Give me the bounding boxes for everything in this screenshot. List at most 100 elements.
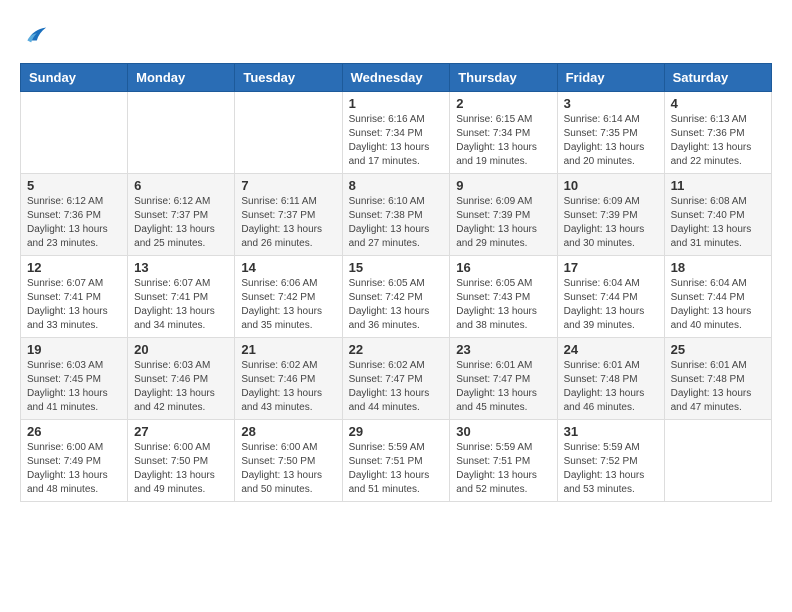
day-info: Sunrise: 6:01 AM Sunset: 7:48 PM Dayligh…	[671, 359, 765, 415]
day-info: Sunrise: 6:00 AM Sunset: 7:50 PM Dayligh…	[241, 441, 335, 497]
day-number: 19	[27, 342, 121, 357]
day-info: Sunrise: 6:11 AM Sunset: 7:37 PM Dayligh…	[241, 195, 335, 251]
day-info: Sunrise: 6:07 AM Sunset: 7:41 PM Dayligh…	[27, 277, 121, 333]
day-number: 14	[241, 260, 335, 275]
calendar-header-monday: Monday	[128, 64, 235, 92]
day-number: 28	[241, 424, 335, 439]
day-info: Sunrise: 6:09 AM Sunset: 7:39 PM Dayligh…	[456, 195, 550, 251]
calendar-cell: 22Sunrise: 6:02 AM Sunset: 7:47 PM Dayli…	[342, 338, 450, 420]
day-info: Sunrise: 6:00 AM Sunset: 7:50 PM Dayligh…	[134, 441, 228, 497]
logo	[20, 20, 52, 48]
day-info: Sunrise: 6:05 AM Sunset: 7:43 PM Dayligh…	[456, 277, 550, 333]
calendar-cell: 19 Sunrise: 6:03 AM Sunset: 7:45 PM Dayli…	[21, 338, 128, 420]
day-info: Sunrise: 6:08 AM Sunset: 7:40 PM Dayligh…	[671, 195, 765, 251]
day-number: 25	[671, 342, 765, 357]
day-info: Sunrise: 6:03 AM Sunset: 7:45 PM Dayligh…	[27, 359, 121, 415]
calendar-cell: 9 Sunrise: 6:09 AM Sunset: 7:39 PM Daylig…	[450, 174, 557, 256]
day-number: 4	[671, 96, 765, 111]
day-number: 8	[349, 178, 444, 193]
day-info: Sunrise: 6:12 AM Sunset: 7:37 PM Dayligh…	[134, 195, 228, 251]
calendar-cell: 28 Sunrise: 6:00 AM Sunset: 7:50 PM Dayli…	[235, 420, 342, 502]
day-info: Sunrise: 6:06 AM Sunset: 7:42 PM Dayligh…	[241, 277, 335, 333]
calendar-cell: 14 Sunrise: 6:06 AM Sunset: 7:42 PM Dayli…	[235, 256, 342, 338]
calendar-cell: 12 Sunrise: 6:07 AM Sunset: 7:41 PM Dayli…	[21, 256, 128, 338]
calendar-cell: 5Sunrise: 6:12 AM Sunset: 7:36 PM Daylig…	[21, 174, 128, 256]
day-number: 1	[349, 96, 444, 111]
day-number: 30	[456, 424, 550, 439]
calendar-cell: 26 Sunrise: 6:00 AM Sunset: 7:49 PM Dayli…	[21, 420, 128, 502]
calendar-cell: 17Sunrise: 6:04 AM Sunset: 7:44 PM Dayli…	[557, 256, 664, 338]
calendar-cell: 31 Sunrise: 5:59 AM Sunset: 7:52 PM Dayli…	[557, 420, 664, 502]
day-info: Sunrise: 6:00 AM Sunset: 7:49 PM Dayligh…	[27, 441, 121, 497]
calendar-cell: 4 Sunrise: 6:13 AM Sunset: 7:36 PM Daylig…	[664, 92, 771, 174]
calendar-week-2: 5Sunrise: 6:12 AM Sunset: 7:36 PM Daylig…	[21, 174, 772, 256]
day-info: Sunrise: 6:01 AM Sunset: 7:48 PM Dayligh…	[564, 359, 658, 415]
calendar-cell: 20Sunrise: 6:03 AM Sunset: 7:46 PM Dayli…	[128, 338, 235, 420]
calendar-cell	[128, 92, 235, 174]
day-number: 9	[456, 178, 550, 193]
calendar-cell: 11 Sunrise: 6:08 AM Sunset: 7:40 PM Dayli…	[664, 174, 771, 256]
day-number: 3	[564, 96, 658, 111]
day-info: Sunrise: 6:01 AM Sunset: 7:47 PM Dayligh…	[456, 359, 550, 415]
calendar-cell: 16 Sunrise: 6:05 AM Sunset: 7:43 PM Dayli…	[450, 256, 557, 338]
day-info: Sunrise: 5:59 AM Sunset: 7:52 PM Dayligh…	[564, 441, 658, 497]
calendar-cell	[664, 420, 771, 502]
calendar-header-saturday: Saturday	[664, 64, 771, 92]
calendar-week-5: 26 Sunrise: 6:00 AM Sunset: 7:49 PM Dayli…	[21, 420, 772, 502]
calendar-cell: 13 Sunrise: 6:07 AM Sunset: 7:41 PM Dayli…	[128, 256, 235, 338]
calendar-header-tuesday: Tuesday	[235, 64, 342, 92]
day-info: Sunrise: 6:04 AM Sunset: 7:44 PM Dayligh…	[564, 277, 658, 333]
calendar-cell: 1 Sunrise: 6:16 AM Sunset: 7:34 PM Daylig…	[342, 92, 450, 174]
calendar-cell: 23 Sunrise: 6:01 AM Sunset: 7:47 PM Dayli…	[450, 338, 557, 420]
day-info: Sunrise: 6:02 AM Sunset: 7:46 PM Dayligh…	[241, 359, 335, 415]
page-header	[20, 20, 772, 48]
day-number: 26	[27, 424, 121, 439]
calendar-cell: 15Sunrise: 6:05 AM Sunset: 7:42 PM Dayli…	[342, 256, 450, 338]
calendar-cell: 10Sunrise: 6:09 AM Sunset: 7:39 PM Dayli…	[557, 174, 664, 256]
day-info: Sunrise: 6:03 AM Sunset: 7:46 PM Dayligh…	[134, 359, 228, 415]
day-number: 6	[134, 178, 228, 193]
calendar-body: 1 Sunrise: 6:16 AM Sunset: 7:34 PM Daylig…	[21, 92, 772, 502]
day-info: Sunrise: 6:13 AM Sunset: 7:36 PM Dayligh…	[671, 113, 765, 169]
day-number: 13	[134, 260, 228, 275]
calendar-cell	[21, 92, 128, 174]
calendar-cell: 8 Sunrise: 6:10 AM Sunset: 7:38 PM Daylig…	[342, 174, 450, 256]
day-info: Sunrise: 6:16 AM Sunset: 7:34 PM Dayligh…	[349, 113, 444, 169]
calendar-table: SundayMondayTuesdayWednesdayThursdayFrid…	[20, 63, 772, 502]
calendar-week-4: 19 Sunrise: 6:03 AM Sunset: 7:45 PM Dayli…	[21, 338, 772, 420]
day-info: Sunrise: 6:02 AM Sunset: 7:47 PM Dayligh…	[349, 359, 444, 415]
day-number: 7	[241, 178, 335, 193]
day-info: Sunrise: 6:04 AM Sunset: 7:44 PM Dayligh…	[671, 277, 765, 333]
logo-icon	[20, 20, 48, 48]
calendar-cell: 30 Sunrise: 5:59 AM Sunset: 7:51 PM Dayli…	[450, 420, 557, 502]
calendar-header-sunday: Sunday	[21, 64, 128, 92]
calendar-cell: 21Sunrise: 6:02 AM Sunset: 7:46 PM Dayli…	[235, 338, 342, 420]
day-info: Sunrise: 6:10 AM Sunset: 7:38 PM Dayligh…	[349, 195, 444, 251]
calendar-cell: 7 Sunrise: 6:11 AM Sunset: 7:37 PM Daylig…	[235, 174, 342, 256]
calendar-cell: 29Sunrise: 5:59 AM Sunset: 7:51 PM Dayli…	[342, 420, 450, 502]
calendar-cell	[235, 92, 342, 174]
day-info: Sunrise: 6:07 AM Sunset: 7:41 PM Dayligh…	[134, 277, 228, 333]
day-number: 5	[27, 178, 121, 193]
day-info: Sunrise: 6:14 AM Sunset: 7:35 PM Dayligh…	[564, 113, 658, 169]
calendar-cell: 18 Sunrise: 6:04 AM Sunset: 7:44 PM Dayli…	[664, 256, 771, 338]
calendar-header-row: SundayMondayTuesdayWednesdayThursdayFrid…	[21, 64, 772, 92]
day-number: 18	[671, 260, 765, 275]
calendar-header-thursday: Thursday	[450, 64, 557, 92]
day-number: 24	[564, 342, 658, 357]
day-number: 10	[564, 178, 658, 193]
day-info: Sunrise: 5:59 AM Sunset: 7:51 PM Dayligh…	[456, 441, 550, 497]
day-info: Sunrise: 5:59 AM Sunset: 7:51 PM Dayligh…	[349, 441, 444, 497]
calendar-week-3: 12 Sunrise: 6:07 AM Sunset: 7:41 PM Dayli…	[21, 256, 772, 338]
day-number: 16	[456, 260, 550, 275]
calendar-cell: 24 Sunrise: 6:01 AM Sunset: 7:48 PM Dayli…	[557, 338, 664, 420]
calendar-header-friday: Friday	[557, 64, 664, 92]
day-number: 11	[671, 178, 765, 193]
day-info: Sunrise: 6:15 AM Sunset: 7:34 PM Dayligh…	[456, 113, 550, 169]
day-number: 2	[456, 96, 550, 111]
calendar-cell: 3 Sunrise: 6:14 AM Sunset: 7:35 PM Daylig…	[557, 92, 664, 174]
day-number: 23	[456, 342, 550, 357]
day-info: Sunrise: 6:05 AM Sunset: 7:42 PM Dayligh…	[349, 277, 444, 333]
day-number: 31	[564, 424, 658, 439]
day-number: 12	[27, 260, 121, 275]
